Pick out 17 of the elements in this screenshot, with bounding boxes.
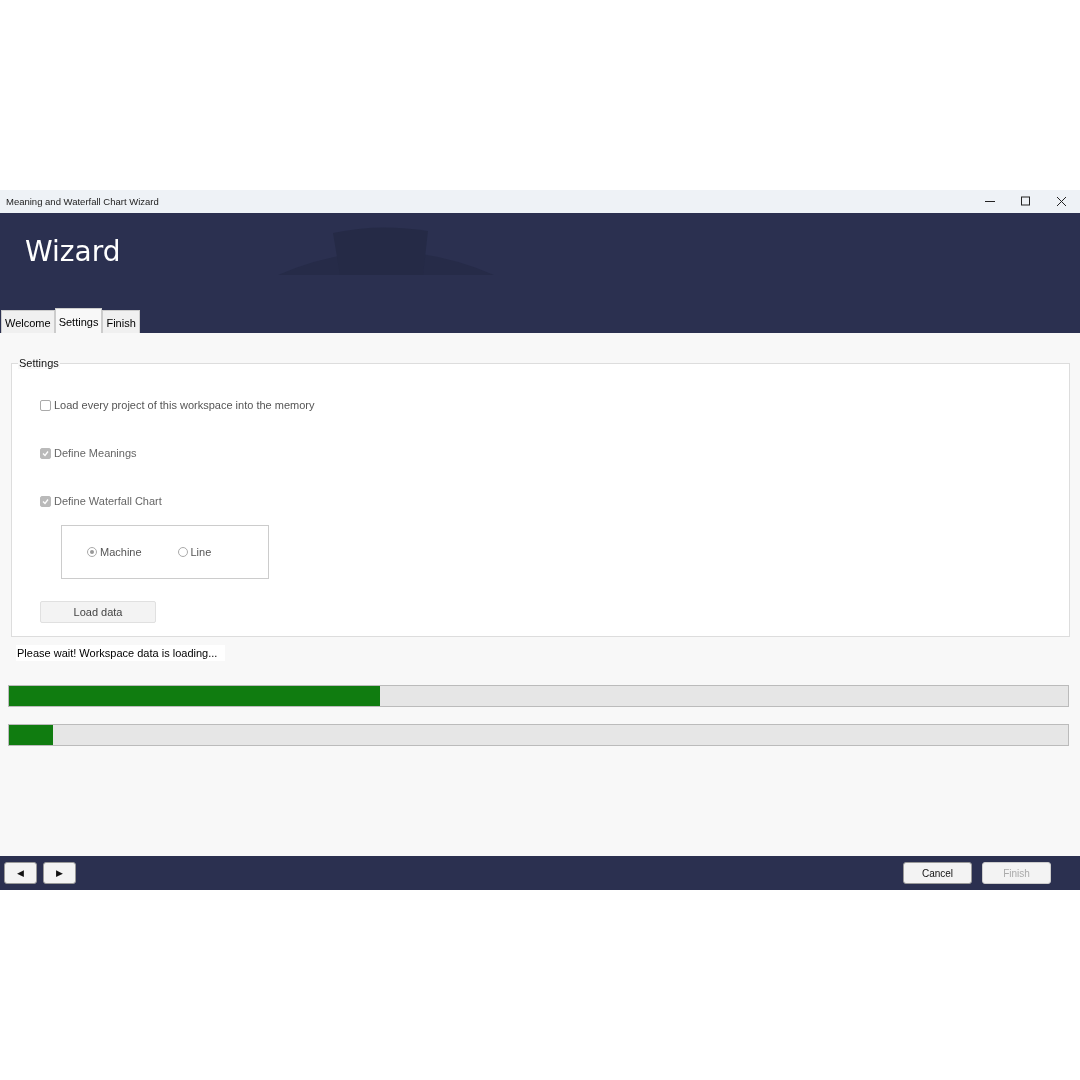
window-title: Meaning and Waterfall Chart Wizard [6,196,160,207]
radio-label[interactable]: Line [190,546,212,558]
tab[interactable]: Welcome [1,310,55,333]
checkbox[interactable] [40,399,51,411]
radio-label[interactable]: Machine [100,546,142,558]
back-button[interactable]: ◀ [4,862,37,884]
next-button[interactable]: ▶ [43,862,76,884]
status-message: Please wait! Workspace data is loading... [16,645,226,661]
tab[interactable]: Settings [54,308,103,333]
radio-button[interactable] [87,547,97,557]
checkbox-label[interactable]: Load every project of this workspace into the memory [54,399,315,411]
tab[interactable]: Finish [102,310,140,333]
radio-button[interactable] [177,547,188,557]
group-title: Settings [18,357,60,369]
footer-button[interactable]: Cancel [903,862,972,884]
load-data-button[interactable]: Load data [40,601,156,623]
wizard-heading: Wizard [24,234,121,268]
